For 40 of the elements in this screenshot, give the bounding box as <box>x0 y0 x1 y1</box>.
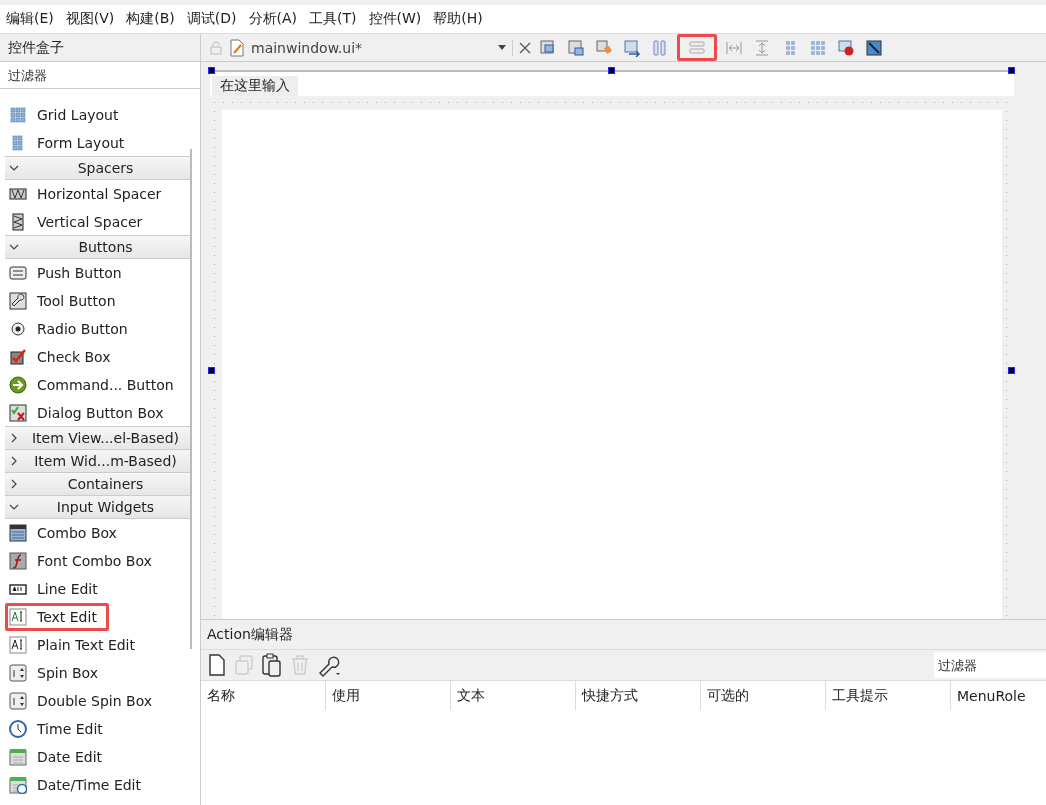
widget-item[interactable]: Vertical Spacer <box>5 208 190 236</box>
widget-item[interactable]: Line Edit <box>5 575 190 603</box>
category-header[interactable]: Input Widgets <box>5 495 190 519</box>
menu-placeholder[interactable]: 在这里输入 <box>212 76 298 96</box>
widget-item[interactable]: Dialog Button Box <box>5 399 190 427</box>
widget-item[interactable]: Double Spin Box <box>5 687 190 715</box>
widget-item[interactable]: Push Button <box>5 259 190 287</box>
filter-field[interactable]: 过滤器 <box>934 652 1046 678</box>
widget-item[interactable]: Time Edit <box>5 715 190 743</box>
menu-item[interactable]: 分析(A) <box>242 10 304 28</box>
menu-item[interactable]: 编辑(E) <box>0 10 60 28</box>
file-dropdown[interactable]: mainwindow.ui* <box>251 39 513 56</box>
category-header[interactable]: Buttons <box>5 235 190 259</box>
column-header[interactable]: MenuRole <box>951 681 1046 710</box>
menu-item[interactable]: 视图(V) <box>59 10 121 28</box>
panel-title: Action编辑器 <box>207 625 293 644</box>
menu-item[interactable]: 调试(D) <box>180 10 243 28</box>
panel-title: 控件盒子 <box>8 38 64 57</box>
widget-item[interactable]: Combo Box <box>5 519 190 547</box>
widget-item[interactable]: Date Edit <box>5 743 190 771</box>
widget-item[interactable]: Plain Text Edit <box>5 631 190 659</box>
widget-item[interactable]: Command... Button <box>5 371 190 399</box>
menu-item[interactable]: 构建(B) <box>120 10 181 28</box>
widget-item[interactable]: Form Layout <box>5 129 190 157</box>
menu-item[interactable]: 工具(T) <box>303 10 363 28</box>
menu-item[interactable]: 控件(W) <box>362 10 428 28</box>
widget-item[interactable]: Grid Layout <box>5 101 190 129</box>
widget-item[interactable]: Check Box <box>5 343 190 371</box>
widget-item[interactable]: Text Edit <box>5 603 109 631</box>
widget-item[interactable]: Font Combo Box <box>5 547 190 575</box>
menu-item[interactable]: 帮助(H) <box>427 10 489 28</box>
widget-item[interactable]: Spin Box <box>5 659 190 687</box>
widget-item[interactable]: Radio Button <box>5 315 190 343</box>
category-header[interactable]: Item View...el-Based) <box>5 426 190 450</box>
widget-item[interactable]: Horizontal Spacer <box>5 180 190 208</box>
category-header[interactable]: Containers <box>5 472 190 496</box>
widget-item[interactable]: Tool Button <box>5 287 190 315</box>
category-header[interactable]: Spacers <box>5 156 190 180</box>
category-header[interactable]: Item Wid...m-Based) <box>5 449 190 473</box>
widget-item[interactable]: Date/Time Edit <box>5 771 190 799</box>
